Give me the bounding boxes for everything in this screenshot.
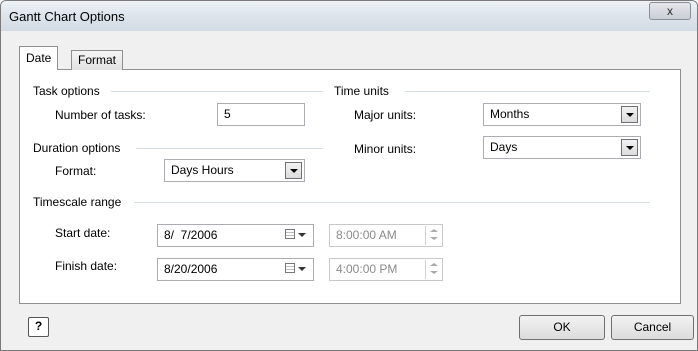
chevron-down-icon[interactable] bbox=[621, 139, 638, 156]
format-label: Format: bbox=[55, 164, 97, 178]
window-title: Gantt Chart Options bbox=[9, 9, 125, 24]
number-of-tasks-label: Number of tasks: bbox=[55, 108, 146, 122]
calendar-icon bbox=[285, 263, 295, 273]
start-time-input: 8:00:00 AM bbox=[329, 224, 443, 247]
chevron-down-icon[interactable] bbox=[621, 106, 638, 123]
timescale-range-divider bbox=[134, 202, 650, 203]
tab-date[interactable]: Date bbox=[19, 46, 59, 70]
start-time-value: 8:00:00 AM bbox=[336, 228, 397, 242]
time-spinner bbox=[425, 226, 441, 245]
start-date-label: Start date: bbox=[55, 226, 111, 240]
duration-options-divider bbox=[136, 148, 323, 149]
caret-down-icon bbox=[298, 233, 306, 237]
finish-date-label: Finish date: bbox=[55, 259, 118, 273]
time-units-divider bbox=[405, 91, 650, 92]
finish-date-picker[interactable]: 8/20/2006 bbox=[157, 258, 314, 281]
chevron-down-icon[interactable] bbox=[285, 162, 302, 179]
timescale-range-heading: Timescale range bbox=[33, 195, 122, 209]
spin-up-icon bbox=[430, 263, 438, 266]
major-units-value: Months bbox=[490, 107, 530, 121]
major-units-dropdown[interactable]: Months bbox=[483, 103, 641, 126]
task-options-heading: Task options bbox=[33, 84, 100, 98]
calendar-dropdown-button[interactable] bbox=[285, 227, 307, 244]
close-icon[interactable]: x bbox=[649, 2, 691, 20]
duration-options-heading: Duration options bbox=[33, 141, 121, 155]
cancel-button[interactable]: Cancel bbox=[611, 315, 694, 340]
time-units-heading: Time units bbox=[334, 84, 389, 98]
major-units-label: Major units: bbox=[354, 108, 417, 122]
minor-units-dropdown[interactable]: Days bbox=[483, 136, 641, 159]
task-options-divider bbox=[111, 91, 323, 92]
finish-date-value: 8/20/2006 bbox=[164, 262, 218, 276]
spin-up-icon bbox=[430, 229, 438, 232]
format-dropdown[interactable]: Days Hours bbox=[164, 159, 305, 182]
spin-down-icon bbox=[430, 271, 438, 274]
title-bar[interactable]: Gantt Chart Options x bbox=[1, 1, 697, 31]
time-spinner bbox=[425, 260, 441, 279]
ok-button[interactable]: OK bbox=[519, 315, 605, 340]
start-date-picker[interactable]: 8/ 7/2006 bbox=[157, 224, 314, 247]
minor-units-value: Days bbox=[490, 140, 518, 154]
number-of-tasks-input[interactable]: 5 bbox=[217, 103, 305, 126]
finish-time-input: 4:00:00 PM bbox=[329, 258, 443, 281]
format-value: Days Hours bbox=[171, 163, 234, 177]
calendar-dropdown-button[interactable] bbox=[285, 261, 307, 278]
caret-down-icon bbox=[298, 267, 306, 271]
finish-time-value: 4:00:00 PM bbox=[336, 262, 398, 276]
calendar-icon bbox=[285, 229, 295, 239]
spin-down-icon bbox=[430, 237, 438, 240]
tab-format[interactable]: Format bbox=[71, 50, 124, 70]
help-icon[interactable]: ? bbox=[28, 317, 49, 337]
gantt-options-dialog: Gantt Chart Options x Date Format Task o… bbox=[0, 0, 698, 351]
date-tab-panel: Task options Number of tasks: 5 Duration… bbox=[19, 69, 681, 304]
start-date-value: 8/ 7/2006 bbox=[164, 228, 218, 242]
minor-units-label: Minor units: bbox=[354, 142, 417, 156]
